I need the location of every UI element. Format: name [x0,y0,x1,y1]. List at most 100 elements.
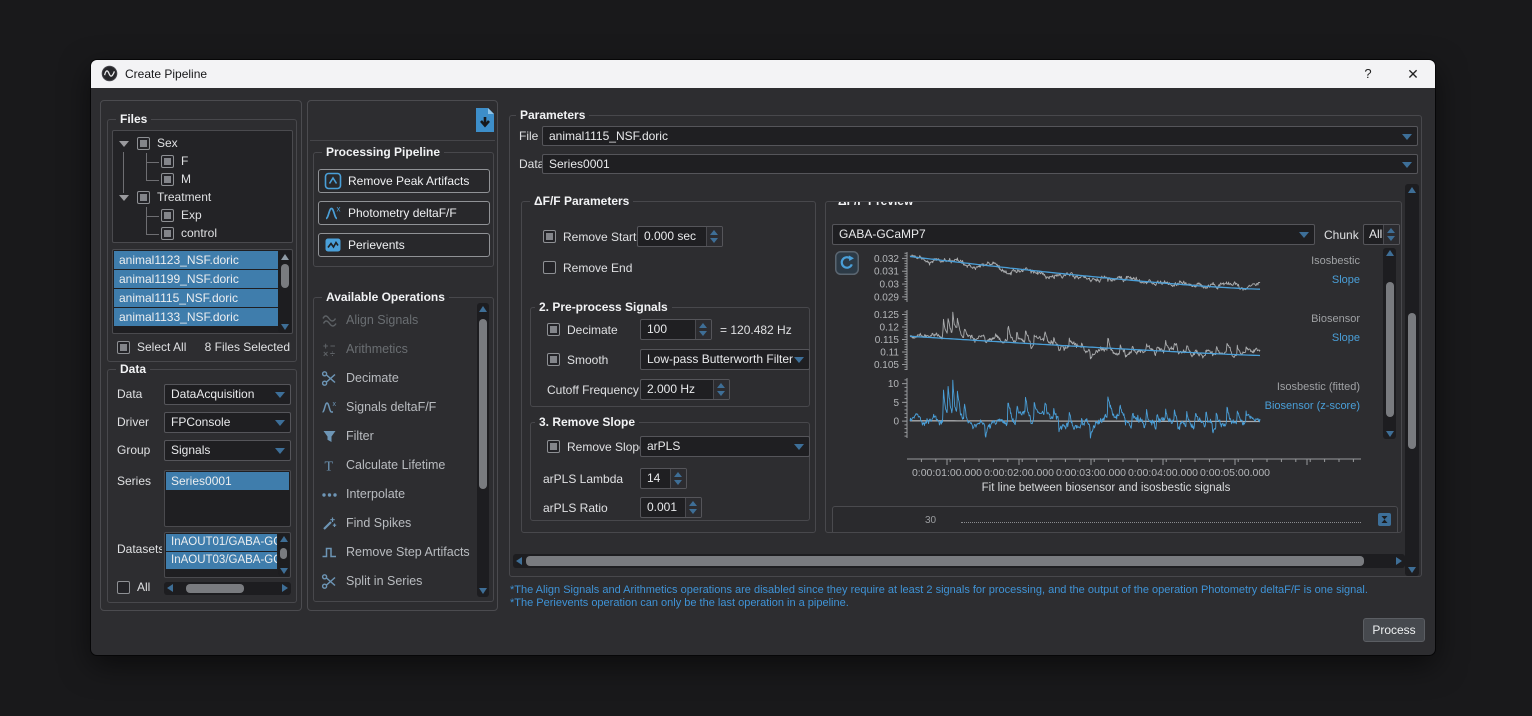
scroll-right-icon[interactable] [282,584,288,592]
tree-item-treatment[interactable]: Treatment [157,190,211,204]
y-tick-label: 0 [893,417,899,428]
dataset-hscrollbar[interactable] [164,582,291,595]
select-all-checkbox[interactable] [117,341,130,354]
tree-item-sex[interactable]: Sex [157,136,178,150]
preview-scrollbar[interactable] [1383,248,1396,439]
scroll-down-icon[interactable] [281,324,289,330]
operation-interpolate[interactable]: Interpolate [321,483,405,505]
y-tick-label: 0.03 [880,280,900,291]
signal-combo[interactable]: GABA-GCaMP7 [832,224,1315,245]
import-pipeline-icon[interactable] [474,107,496,138]
scroll-thumb[interactable] [1408,313,1416,449]
tree-checkbox-f[interactable] [161,155,174,168]
scroll-down-icon[interactable] [280,568,288,574]
tree-checkbox-treatment[interactable] [137,191,150,204]
operation-label: Signals deltaF/F [346,400,436,414]
tree-expand-icon[interactable] [119,141,129,147]
scroll-thumb[interactable] [1386,282,1394,417]
scroll-thumb[interactable] [281,264,289,288]
operation-filter[interactable]: Filter [321,425,374,447]
scroll-right-icon[interactable] [1396,557,1402,565]
operation-find-spikes[interactable]: Find Spikes [321,512,411,534]
tree-checkbox-sex[interactable] [137,137,150,150]
remove-end-checkbox[interactable] [543,261,556,274]
scroll-down-icon[interactable] [1386,431,1394,437]
tree-expand-icon[interactable] [119,195,129,201]
parameters-vscrollbar[interactable] [1405,184,1419,576]
decimate-spinbox[interactable]: 100 [640,319,712,340]
remove-start-checkbox[interactable] [543,230,556,243]
all-checkbox[interactable] [117,581,130,594]
remove-start-spinbox[interactable]: 0.000 sec [637,226,723,247]
scroll-thumb[interactable] [186,584,244,593]
operations-scrollbar[interactable] [477,303,489,597]
dataset-scrollbar[interactable] [278,534,289,576]
tree-item-exp[interactable]: Exp [181,208,202,222]
scroll-left-icon[interactable] [167,584,173,592]
series-slope [910,336,1260,355]
strip-resize-icon[interactable] [1378,513,1391,531]
scroll-up-icon[interactable] [479,306,487,312]
remove-slope-combo[interactable]: arPLS [640,436,810,457]
process-button[interactable]: Process [1363,618,1425,642]
tree-item-control[interactable]: control [181,226,217,240]
smooth-combo[interactable]: Low-pass Butterworth Filter [640,349,810,370]
svg-text:T: T [325,459,334,474]
operation-signals-deltaf-f[interactable]: xSignals deltaF/F [321,396,436,418]
data-combo[interactable]: DataAcquisition [164,384,291,405]
file-item[interactable]: animal1123_NSF.doric [114,251,278,269]
scroll-down-icon[interactable] [479,588,487,594]
operation-split-in-series[interactable]: Split in Series [321,570,422,592]
y-tick-label: 0.031 [874,267,899,278]
parameters-hscrollbar[interactable] [513,554,1405,568]
file-combo[interactable]: animal1115_NSF.doric [542,126,1418,146]
scroll-up-icon[interactable] [280,536,288,542]
arpls-lambda-spinbox[interactable]: 14 [640,468,687,489]
chunk-spinbox[interactable]: All [1363,224,1400,245]
tree-checkbox-control[interactable] [161,227,174,240]
file-item[interactable]: animal1199_NSF.doric [114,270,278,288]
arithmetics-icon: +−×÷ [321,341,338,358]
all-label: All [137,580,150,594]
y-tick-label: 0.029 [874,292,899,303]
tree-checkbox-exp[interactable] [161,209,174,222]
series-item[interactable]: Series0001 [166,472,289,490]
scroll-thumb[interactable] [280,548,287,559]
scroll-up-icon[interactable] [281,254,289,260]
pipeline-step-remove-peak-artifacts[interactable]: Remove Peak Artifacts [318,169,490,193]
close-button[interactable]: ✕ [1404,66,1422,82]
preprocess-groupbox: 2. Pre-process Signals Decimate 100 = 12… [530,307,810,407]
pipeline-step-perievents[interactable]: Perievents [318,233,490,257]
scroll-thumb[interactable] [479,319,487,489]
group-combo[interactable]: Signals [164,440,291,461]
tree-item-f[interactable]: F [181,154,188,168]
file-item[interactable]: animal1133_NSF.doric [114,308,278,326]
operation-remove-step-artifacts[interactable]: Remove Step Artifacts [321,541,470,563]
scroll-up-icon[interactable] [1386,250,1394,256]
tree-item-m[interactable]: M [181,172,191,186]
decimate-checkbox[interactable] [547,323,560,336]
operation-calculate-lifetime[interactable]: TCalculate Lifetime [321,454,445,476]
smooth-checkbox[interactable] [547,353,560,366]
data-combo[interactable]: Series0001 [542,154,1418,174]
pipeline-step-photometry-deltaf-f[interactable]: xPhotometry deltaF/F [318,201,490,225]
refresh-preview-icon[interactable] [835,251,859,280]
file-item[interactable]: animal1115_NSF.doric [114,289,278,307]
decimate-icon [321,370,338,387]
cutoff-spinbox[interactable]: 2.000 Hz [640,379,730,400]
operation-decimate[interactable]: Decimate [321,367,399,389]
available-operations-title: Available Operations [322,290,449,304]
scroll-left-icon[interactable] [516,557,522,565]
help-button[interactable]: ? [1359,66,1377,82]
dataset-item[interactable]: InAOUT03/GABA-GC [166,552,277,569]
arpls-ratio-spinbox[interactable]: 0.001 [640,497,702,518]
dataset-item[interactable]: InAOUT01/GABA-GC [166,534,277,551]
driver-combo[interactable]: FPConsole [164,412,291,433]
scroll-down-icon[interactable] [1408,567,1416,573]
scroll-up-icon[interactable] [1408,187,1416,193]
pipeline-panel: Processing Pipeline Remove Peak Artifact… [307,100,498,611]
file-list-scrollbar[interactable] [278,251,291,333]
scroll-thumb[interactable] [526,556,1364,566]
remove-slope-checkbox[interactable] [547,440,560,453]
tree-checkbox-m[interactable] [161,173,174,186]
